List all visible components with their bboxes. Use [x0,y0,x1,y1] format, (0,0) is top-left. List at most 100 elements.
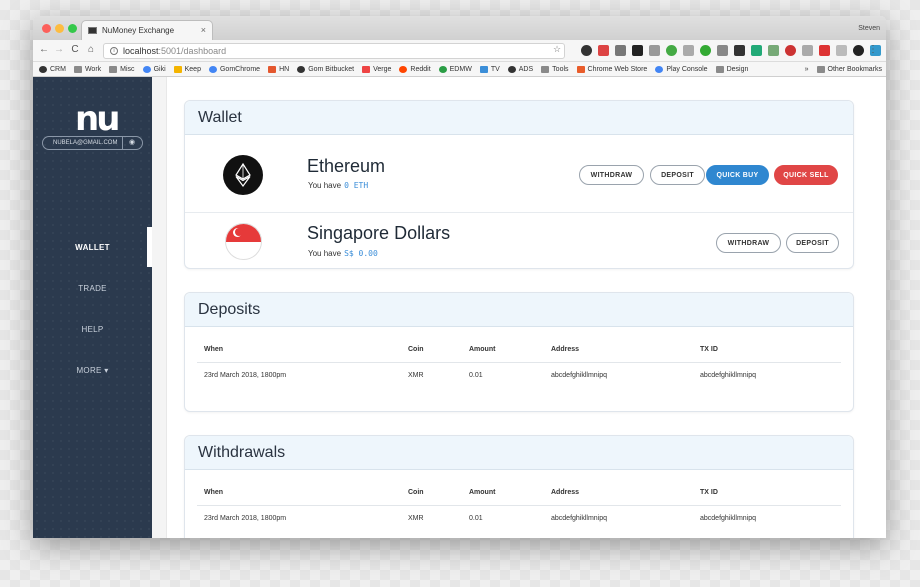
wallet-row-ethereum: Ethereum You have 0 ETH WITHDRAW DEPOSIT … [185,135,853,213]
table-cell: 0.01 [469,372,483,379]
url-host: localhost [123,46,159,56]
bookmark-item[interactable]: GomChrome [208,65,260,73]
extension-circle-icon[interactable] [700,45,711,56]
extension-dark-icon[interactable] [853,45,864,56]
column-header: Amount [469,489,496,496]
folder-icon [816,66,825,73]
sidebar-item-help[interactable]: HELP [33,325,152,334]
bookmark-item[interactable]: EDMW [438,65,472,73]
bookmark-item[interactable]: CRM [39,65,66,73]
browser-menu-icon[interactable]: ⋮ [868,44,878,55]
coin-name: Ethereum [307,156,386,176]
withdrawals-card: Withdrawals When Coin Amount Address TX … [184,435,854,538]
app: nu NUBELA@GMAIL.COM ◉ WALLET TRADE HELP … [33,77,886,538]
maximize-window-button[interactable] [68,24,77,33]
bookmark-star-icon[interactable]: ☆ [553,44,561,55]
withdraw-button[interactable]: WITHDRAW [579,165,644,185]
bookmark-folder[interactable]: Work [73,65,101,73]
extension-camera-icon[interactable] [683,45,694,56]
sidebar-item-more[interactable]: MORE ▾ [33,366,152,375]
bookmark-item[interactable]: Keep [173,65,201,73]
extension-cast-icon[interactable] [768,45,779,56]
ethereum-diamond-icon [235,163,251,187]
withdrawals-title: Withdrawals [185,436,853,470]
bookmark-item[interactable]: ADS [507,65,533,73]
minimize-window-button[interactable] [55,24,64,33]
account-email: NUBELA@GMAIL.COM [53,140,118,146]
back-icon[interactable]: ← [38,44,50,55]
browser-tab[interactable]: NuMoney Exchange × [81,20,213,40]
extension-icon[interactable] [615,45,626,56]
bookmark-favicon-icon [39,65,47,73]
bookmark-item[interactable]: TV [479,65,500,73]
sidebar-item-trade[interactable]: TRADE [33,284,152,293]
table-cell: abcdefghikllmnipq [700,515,757,522]
bookmark-item[interactable]: Verge [362,65,391,73]
extension-hangouts-icon[interactable] [751,45,762,56]
bell-icon[interactable]: ◉ [129,138,135,146]
coin-balance: You have 0 ETH [308,181,369,190]
deposit-button[interactable]: DEPOSIT [650,165,705,185]
table-cell: abcdefghikllmnipq [551,515,608,522]
bookmark-item[interactable]: HN [268,65,289,73]
sidebar: nu NUBELA@GMAIL.COM ◉ WALLET TRADE HELP … [33,77,152,538]
logo[interactable]: nu [75,99,120,139]
tab-close-icon[interactable]: × [201,25,206,35]
url-path: :5001/dashboard [158,46,227,56]
hn-icon [268,65,277,73]
url-input[interactable]: i localhost:5001/dashboard [103,43,565,59]
other-bookmarks[interactable]: » Other Bookmarks [805,66,882,73]
balance-amount: S$ 0.00 [344,249,378,258]
extension-gmail-icon[interactable] [598,45,609,56]
edmw-icon [438,65,447,73]
sidebar-item-wallet[interactable]: WALLET [33,243,152,252]
home-icon[interactable]: ⌂ [85,44,97,55]
quick-sell-button[interactable]: QUICK SELL [774,165,838,185]
extensions-bar [581,45,886,56]
table-cell: abcdefghikllmnipq [551,372,608,379]
bookmark-folder[interactable]: Design [715,65,748,73]
ads-icon [507,65,516,73]
extension-f-icon[interactable] [649,45,660,56]
forward-icon[interactable]: → [53,44,65,55]
quick-buy-button[interactable]: QUICK BUY [706,165,769,185]
extension-shield-icon[interactable] [717,45,728,56]
tv-icon [479,65,488,73]
extension-moon-icon[interactable] [581,45,592,56]
bookmark-folder[interactable]: Tools [541,65,569,73]
folder-icon [109,65,118,73]
bookmark-item[interactable]: Giki [142,65,166,73]
extension-adblock-icon[interactable] [819,45,830,56]
wallet-title: Wallet [185,101,853,135]
extension-glasses-icon[interactable] [734,45,745,56]
bookmark-folder[interactable]: Misc [109,65,135,73]
bookmarks-more-icon[interactable]: » [805,66,809,73]
table-cell: XMR [408,372,424,379]
extension-pinterest-icon[interactable] [785,45,796,56]
withdraw-button[interactable]: WITHDRAW [716,233,781,253]
wallet-card: Wallet Ethereum You have0 ETH WITHDRAW [184,100,854,269]
bookmark-item[interactable]: Gom Bitbucket [297,65,354,73]
column-header: TX ID [700,346,718,353]
extension-puzzle-icon[interactable] [802,45,813,56]
reddit-icon [399,65,408,73]
extension-x-icon[interactable] [836,45,847,56]
profile-name[interactable]: Steven [858,25,880,32]
google-icon [208,65,217,73]
close-window-button[interactable] [42,24,51,33]
account-pill[interactable]: NUBELA@GMAIL.COM ◉ [42,136,143,150]
main-content: Wallet Ethereum You have0 ETH WITHDRAW [167,77,886,538]
coin-name: Singapore Dollars [307,223,451,243]
google-icon [655,65,664,73]
extension-k-icon[interactable] [632,45,643,56]
info-icon[interactable]: i [110,47,118,55]
bookmark-item[interactable]: Play Console [655,65,708,73]
bookmark-item[interactable]: Chrome Web Store [576,65,647,73]
extension-g-icon[interactable] [666,45,677,56]
reload-icon[interactable]: C [69,44,81,55]
deposits-card: Deposits When Coin Amount Address TX ID … [184,292,854,412]
folder-icon [541,65,550,73]
bookmark-item[interactable]: Reddit [399,65,431,73]
column-header: Address [551,346,580,353]
deposit-button[interactable]: DEPOSIT [786,233,839,253]
